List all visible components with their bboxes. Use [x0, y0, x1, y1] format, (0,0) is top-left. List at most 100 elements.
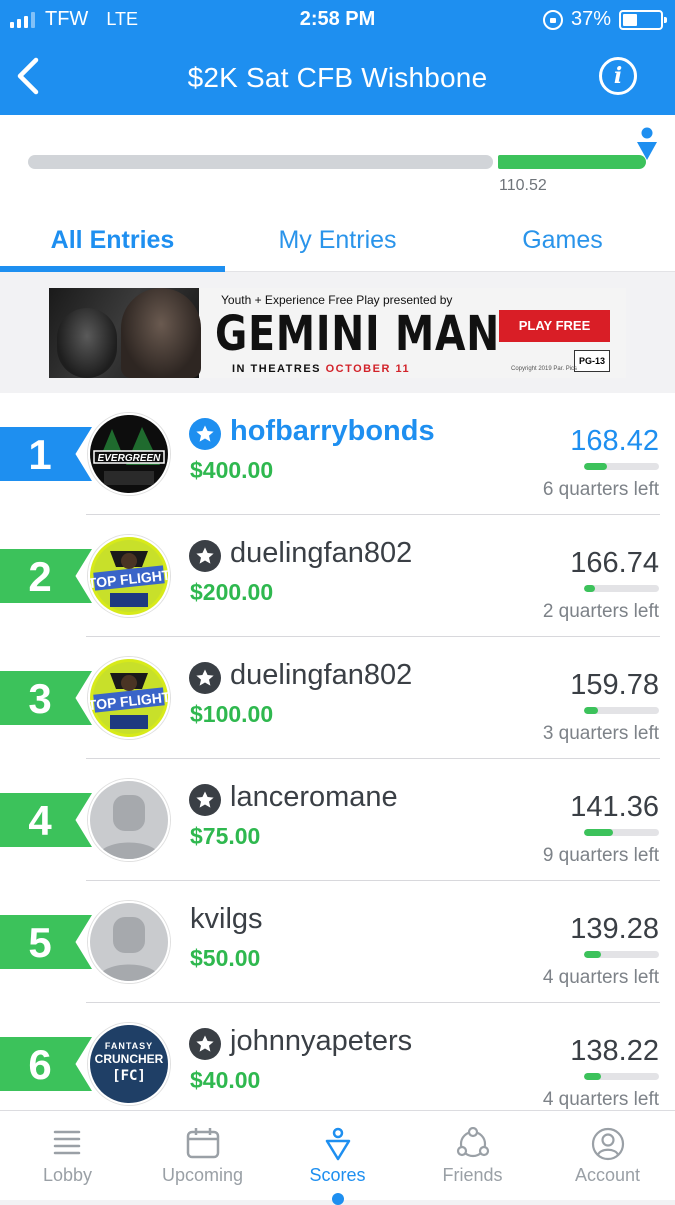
- battery-icon: [619, 9, 667, 30]
- star-icon: [189, 540, 221, 572]
- progress-value: 110.52: [499, 177, 547, 194]
- entry-score: 168.42: [570, 425, 659, 457]
- ad-release-date: IN THEATRES OCTOBER 11: [232, 363, 411, 375]
- username[interactable]: hofbarrybonds: [230, 415, 435, 448]
- username[interactable]: johnnyapeters: [230, 1025, 412, 1058]
- tab-games[interactable]: Games: [450, 210, 675, 271]
- rank-badge: 4: [0, 793, 100, 847]
- leaderboard-row[interactable]: 3 TOP FLIGHT duelingfan802 $100.00 159.78 3 q…: [0, 637, 675, 759]
- scores-icon: [325, 1127, 350, 1161]
- account-icon: [591, 1127, 624, 1161]
- avatar[interactable]: FANTASY CRUNCHER [FC]: [88, 1023, 170, 1105]
- avatar[interactable]: TOP FLIGHT: [88, 657, 170, 739]
- username[interactable]: lanceromane: [230, 781, 398, 814]
- avatar[interactable]: [88, 901, 170, 983]
- rank-badge: 2: [0, 549, 100, 603]
- star-icon: [189, 784, 221, 816]
- svg-text:EVERGREEN: EVERGREEN: [98, 453, 162, 464]
- rank-badge: 3: [0, 671, 100, 725]
- rank-badge: 6: [0, 1037, 100, 1091]
- tab-bar: All Entries My Entries Games: [0, 210, 675, 272]
- info-button[interactable]: i: [599, 57, 637, 95]
- list-icon: [53, 1130, 80, 1155]
- nav-account-label: Account: [574, 1165, 641, 1185]
- prize-amount: $75.00: [190, 823, 261, 849]
- entry-score: 141.36: [570, 791, 659, 823]
- username[interactable]: duelingfan802: [230, 659, 412, 692]
- leaderboard: 1 EVERGREEN hofbarrybonds $400.00 168.42 6 qu…: [0, 393, 675, 1110]
- rank-number: 4: [28, 797, 52, 844]
- game-progress-bar: [584, 951, 659, 958]
- leaderboard-row[interactable]: 6 FANTASY CRUNCHER [FC] johnnyapeters $40.00 1…: [0, 1003, 675, 1110]
- progress-track: [28, 155, 493, 169]
- rating-badge: PG-13: [574, 350, 610, 372]
- nav-upcoming-label: Upcoming: [161, 1165, 244, 1185]
- quarters-remaining: 3 quarters left: [542, 723, 659, 744]
- avatar[interactable]: EVERGREEN: [88, 413, 170, 495]
- play-free-button[interactable]: PLAY FREE: [499, 310, 610, 342]
- rotation-lock-icon: [542, 9, 563, 30]
- prize-amount: $40.00: [190, 1067, 261, 1093]
- rank-badge: 5: [0, 915, 100, 969]
- ad-area: Youth + Experience Free Play presented b…: [0, 273, 675, 393]
- leaderboard-row[interactable]: 2 TOP FLIGHT duelingfan802 $200.00 166.74 2 q…: [0, 515, 675, 637]
- leaderboard-row[interactable]: 4 lanceromane $75.00 141.36 9 quarters left: [0, 759, 675, 881]
- leaderboard-row[interactable]: 5 kvilgs $50.00 139.28 4 quarters left: [0, 881, 675, 1003]
- star-icon: [189, 662, 221, 694]
- avatar-text: [FC]: [112, 1068, 146, 1084]
- game-progress-bar: [584, 707, 659, 714]
- game-progress-bar: [584, 585, 659, 592]
- ad-subtitle: Youth + Experience Free Play presented b…: [221, 293, 453, 307]
- entry-score: 138.22: [570, 1035, 659, 1067]
- page-title: $2K Sat CFB Wishbone: [187, 62, 488, 93]
- nav-scores[interactable]: Scores: [270, 1111, 405, 1205]
- prize-amount: $50.00: [190, 945, 261, 971]
- rank-number: 2: [28, 553, 52, 600]
- star-icon: [189, 418, 221, 450]
- nav-friends[interactable]: Friends: [405, 1111, 540, 1200]
- score-progress: 110.52: [0, 115, 675, 210]
- rank-number: 3: [28, 675, 52, 722]
- game-progress-bar: [584, 463, 659, 470]
- rank-badge: 1: [0, 427, 100, 481]
- entry-score: 159.78: [570, 669, 659, 701]
- friends-icon: [456, 1127, 489, 1158]
- star-icon: [189, 1028, 221, 1060]
- entry-score: 166.74: [570, 547, 659, 579]
- quarters-remaining: 4 quarters left: [542, 1089, 659, 1110]
- tab-my-entries[interactable]: My Entries: [225, 210, 450, 271]
- game-progress-bar: [584, 1073, 659, 1080]
- leaderboard-row[interactable]: 1 EVERGREEN hofbarrybonds $400.00 168.42 6 qu…: [0, 393, 675, 515]
- prize-amount: $400.00: [190, 457, 274, 483]
- status-bar: TFW LTE 2:58 PM 37%: [0, 6, 675, 32]
- nav-lobby-label: Lobby: [42, 1165, 93, 1185]
- avatar[interactable]: [88, 779, 170, 861]
- prize-amount: $200.00: [190, 579, 274, 605]
- ad-image: [49, 288, 201, 378]
- progress-fill: [498, 155, 646, 169]
- quarters-remaining: 6 quarters left: [542, 479, 659, 500]
- rank-number: 5: [28, 919, 52, 966]
- game-progress-bar: [584, 829, 659, 836]
- avatar[interactable]: TOP FLIGHT: [88, 535, 170, 617]
- nav-upcoming[interactable]: Upcoming: [135, 1111, 270, 1200]
- avatar-text: FANTASY: [104, 1041, 154, 1051]
- nav-account[interactable]: Account: [540, 1111, 675, 1200]
- rank-number: 6: [28, 1041, 52, 1088]
- prize-amount: $100.00: [190, 701, 274, 727]
- ad-banner[interactable]: Youth + Experience Free Play presented b…: [49, 288, 626, 378]
- entry-score: 139.28: [570, 913, 659, 945]
- active-indicator: [331, 1193, 344, 1205]
- avatar-text: CRUNCHER: [94, 1052, 164, 1066]
- nav-friends-label: Friends: [442, 1165, 503, 1185]
- username[interactable]: duelingfan802: [230, 537, 412, 570]
- tab-all-entries[interactable]: All Entries: [0, 210, 225, 272]
- battery-percent: 37%: [570, 8, 611, 30]
- ad-copyright: Copyright 2019 Par. Pics: [511, 366, 578, 372]
- nav-lobby[interactable]: Lobby: [0, 1111, 135, 1200]
- bottom-nav: Lobby Upcoming Scores Friends Account: [0, 1110, 675, 1205]
- rank-number: 1: [28, 431, 52, 478]
- quarters-remaining: 9 quarters left: [542, 845, 659, 866]
- username[interactable]: kvilgs: [190, 903, 263, 936]
- quarters-remaining: 2 quarters left: [542, 601, 659, 622]
